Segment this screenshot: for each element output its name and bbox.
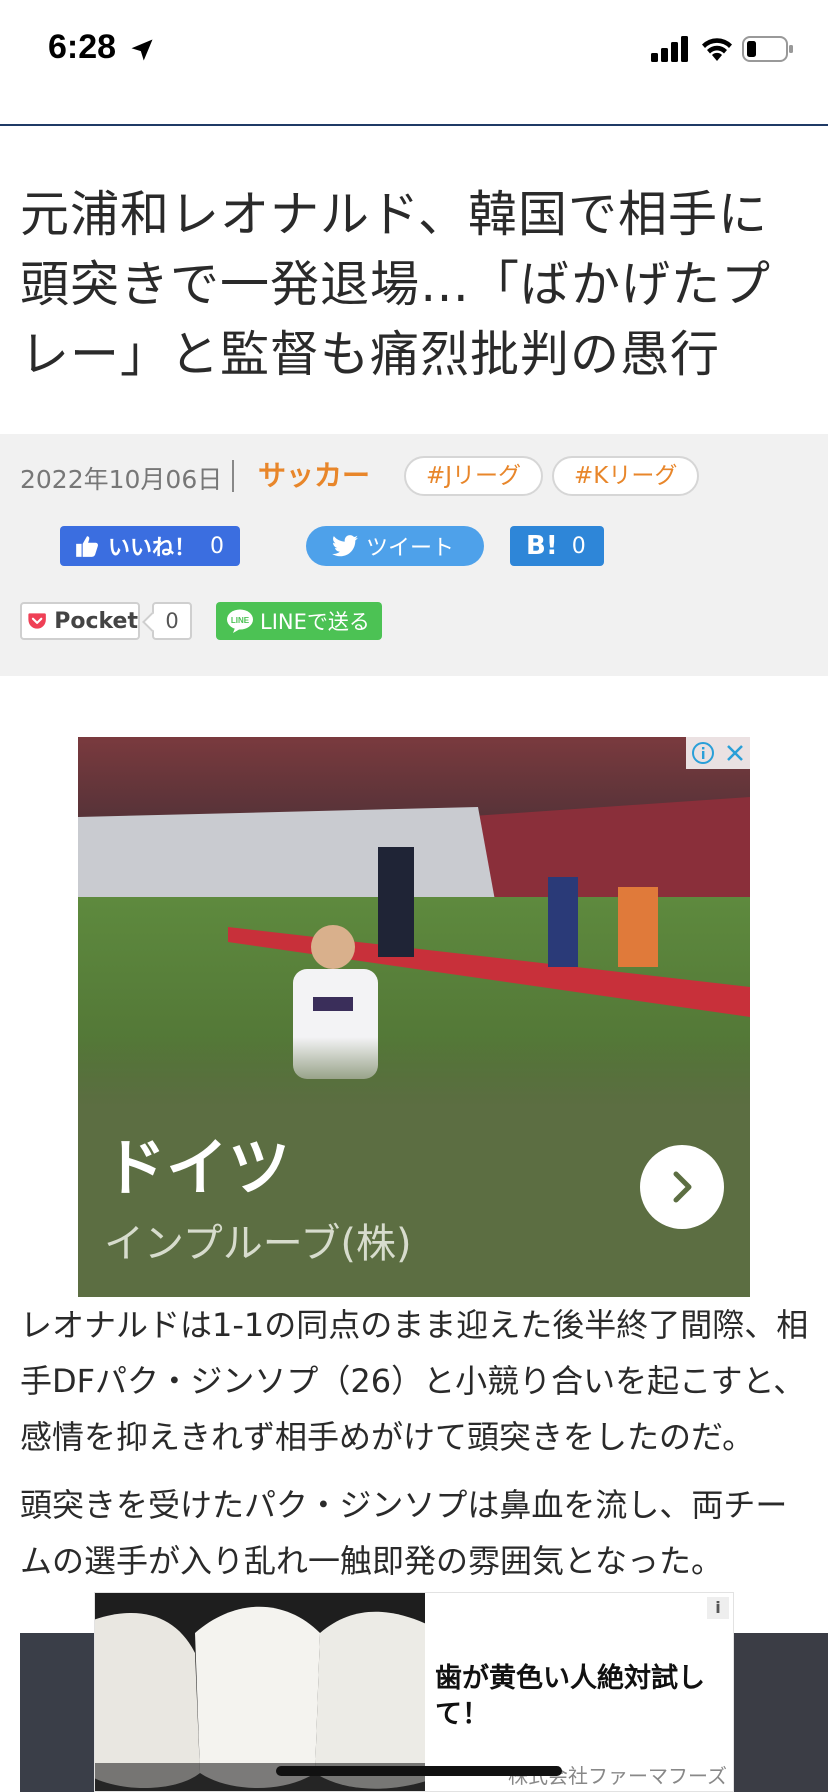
tweet-button[interactable]: ツイート (306, 526, 484, 566)
tag-k-league[interactable]: #Kリーグ (552, 456, 700, 496)
ad-image-teeth (95, 1593, 425, 1791)
battery-icon (742, 36, 793, 62)
tweet-label: ツイート (366, 536, 455, 561)
status-time: 6:28 (48, 28, 117, 66)
facebook-like-button[interactable]: いいね！ 0 (60, 526, 240, 566)
hatena-bookmark-icon: B! (526, 531, 558, 561)
hatena-bookmark-count: 0 (571, 533, 586, 559)
status-bar: 6:28 (0, 0, 828, 100)
article-title: 元浦和レオナルド、韓国で相手に頭突きで一発退場…「ばかげたプレー」と監督も痛烈批… (20, 186, 771, 383)
pocket-icon (28, 613, 46, 629)
article-paragraph: 頭突きを受けたパク・ジンソプは鼻血を流し、両チームの選手が入り乱れ一触即発の雰囲… (20, 1486, 788, 1580)
ad-headline: 歯が黄色い人絶対試して！ (435, 1663, 705, 1730)
meta-divider (232, 460, 234, 492)
article-image-right (730, 1633, 828, 1792)
ad-info-icon[interactable] (691, 742, 714, 764)
ad-advertiser: インプルーブ(株) (104, 1221, 412, 1267)
header-divider (0, 124, 828, 126)
category-link[interactable]: サッカー (258, 454, 370, 494)
article-image-left (20, 1633, 96, 1792)
facebook-like-label: いいね！ (108, 536, 197, 561)
location-arrow-icon (131, 39, 153, 61)
thumbs-up-icon (76, 536, 98, 557)
ad-open-button[interactable] (640, 1145, 724, 1229)
ad-headline: ドイツ (104, 1131, 291, 1204)
cellular-signal-icon (651, 36, 688, 62)
ad-photo-stadium (78, 737, 750, 1107)
line-logo-icon: LINE (227, 609, 253, 633)
chevron-right-icon (673, 1171, 692, 1203)
svg-text:LINE: LINE (231, 616, 250, 625)
pocket-button[interactable]: Pocket (20, 602, 140, 640)
ad-info-button[interactable]: i (707, 1597, 729, 1619)
wifi-icon (702, 38, 732, 61)
facebook-like-count: 0 (210, 533, 225, 559)
hatena-bookmark-button[interactable]: B! 0 (510, 526, 604, 566)
article-paragraph: レオナルドは1-1の同点のまま迎えた後半終了間際、相手DFパク・ジンソプ（26）… (20, 1306, 809, 1456)
sticky-ad[interactable]: i 歯が黄色い人絶対試して！ 株式会社ファーマフーズ (94, 1592, 734, 1792)
ad-close-icon[interactable] (725, 743, 745, 763)
pocket-label: Pocket (54, 608, 138, 634)
tag-j-league[interactable]: #Jリーグ (404, 456, 544, 496)
home-indicator[interactable] (276, 1766, 562, 1776)
line-send-label: LINEで送る (260, 610, 370, 634)
article-date: 2022年10月06日 (20, 465, 223, 494)
pocket-count: 0 (152, 602, 192, 640)
display-ad[interactable]: ドイツ インプルーブ(株) (78, 737, 750, 1297)
twitter-bird-icon (332, 535, 358, 557)
line-send-button[interactable]: LINE LINEで送る (216, 602, 382, 640)
ad-choices[interactable] (686, 737, 750, 769)
